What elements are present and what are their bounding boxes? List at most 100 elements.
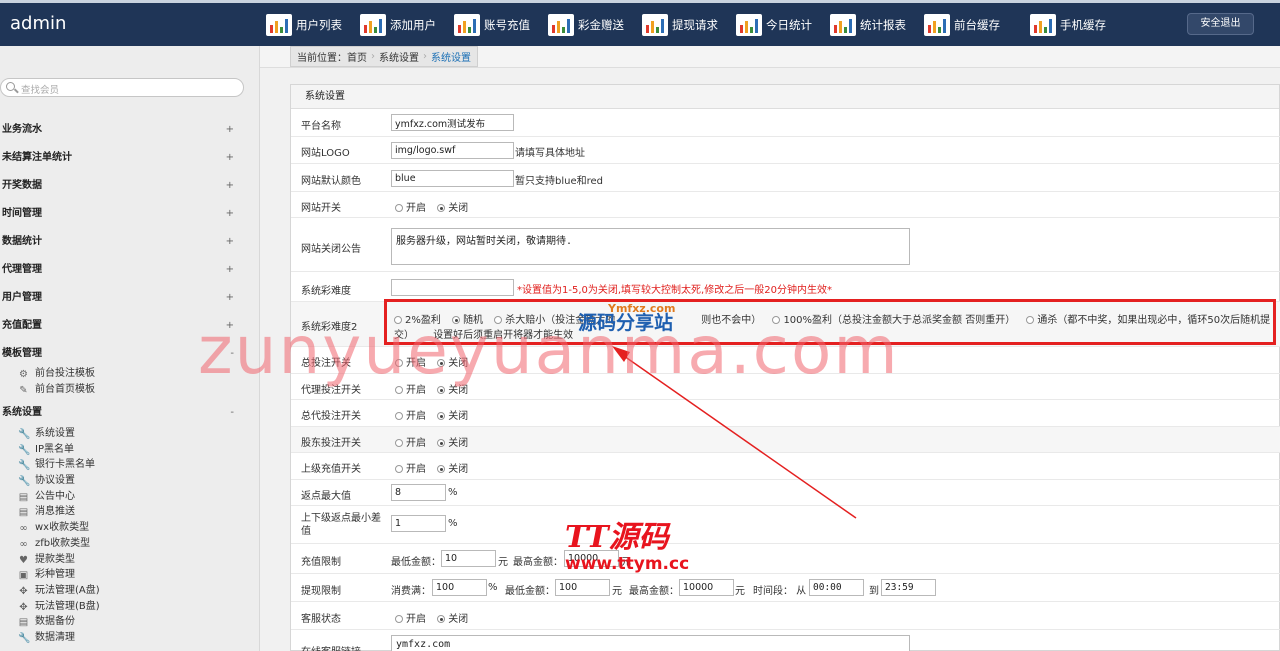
sidebar-item-zfb-payment-type[interactable]: ∞ zfb收款类型 <box>18 536 90 552</box>
nav-recharge[interactable]: 账号充值 <box>454 9 530 41</box>
sidebar-group-business-flow[interactable]: 业务流水 + <box>0 116 244 144</box>
sidebar-item-message-push[interactable]: ▤ 消息推送 <box>18 504 75 520</box>
row-agent-bet: 代理投注开关 开启 关闭 <box>291 374 1280 400</box>
difficulty-input[interactable] <box>391 279 514 296</box>
withdraw-max-input[interactable] <box>679 579 734 596</box>
watermark-tt: TT源码 <box>565 520 669 555</box>
sidebar-item-ip-blacklist[interactable]: 🔧 IP黑名单 <box>18 442 74 458</box>
radio-on[interactable]: 开启 <box>395 203 426 214</box>
sidebar-group-template-mgmt[interactable]: 模板管理 - <box>0 340 244 368</box>
unit-yuan: 元 <box>612 586 622 597</box>
recharge-min-input[interactable] <box>441 550 496 567</box>
radio-off[interactable]: 关闭 <box>437 614 468 625</box>
sidebar-item-front-bet-template[interactable]: ⚙ 前台投注模板 <box>18 366 95 382</box>
field-label: 系统彩难度 <box>301 286 351 297</box>
agent-bet-radios: 开启 关闭 <box>395 381 476 396</box>
nav-mobile-cache[interactable]: 手机缓存 <box>1030 9 1106 41</box>
radio-label: 关闭 <box>448 203 469 214</box>
radio-on[interactable]: 开启 <box>395 438 426 449</box>
sidebar-group-system-settings[interactable]: 系统设置 - <box>0 399 244 427</box>
sidebar-item-front-home-template[interactable]: ✎ 前台首页模板 <box>18 382 95 398</box>
sidebar-item-wx-payment-type[interactable]: ∞ wx收款类型 <box>18 520 89 536</box>
radio-off[interactable]: 关闭 <box>437 385 468 396</box>
radio-off[interactable]: 关闭 <box>437 203 468 214</box>
radio-label: 关闭 <box>448 614 469 625</box>
nav-today-stats[interactable]: 今日统计 <box>736 9 812 41</box>
row-rebate-max: 返点最大值 % <box>291 480 1280 506</box>
withdraw-consume-input[interactable] <box>432 579 487 596</box>
nav-label: 彩金赠送 <box>578 18 624 32</box>
max-amount-label: 最高金额： <box>513 557 563 568</box>
withdraw-time-to-input[interactable] <box>881 579 936 596</box>
close-notice-textarea[interactable]: 服务器升级，网站暂时关闭，敬请期待. <box>391 228 910 265</box>
radio-off[interactable]: 关闭 <box>437 358 468 369</box>
sidebar-item-protocol-settings[interactable]: 🔧 协议设置 <box>18 473 75 489</box>
radio-label: 开启 <box>406 464 426 475</box>
nav-user-list[interactable]: 用户列表 <box>266 9 342 41</box>
radio-icon <box>437 412 446 420</box>
sidebar-item-lottery-mgmt[interactable]: ▣ 彩种管理 <box>18 567 75 583</box>
difficulty-hint: *设置值为1-5,0为关闭,填写较大控制太死,修改之后一般20分钟内生效* <box>517 285 832 296</box>
wrench-icon: 🔧 <box>18 632 31 644</box>
radio-label: 开启 <box>406 411 426 422</box>
rebate-max-input[interactable] <box>391 484 446 501</box>
expand-icon: + <box>225 236 234 247</box>
gear-icon: ⚙ <box>19 368 28 380</box>
breadcrumb-home[interactable]: 当前位置：首页 <box>297 49 367 64</box>
sidebar-group-recharge-config[interactable]: 充值配置 + <box>0 312 244 340</box>
radio-icon <box>437 204 446 212</box>
item-label: 协议设置 <box>35 475 75 486</box>
nav-reports[interactable]: 统计报表 <box>830 9 906 41</box>
radio-on[interactable]: 开启 <box>395 385 426 396</box>
group-label: 模板管理 <box>2 348 42 359</box>
sidebar-item-system-settings[interactable]: 🔧 系统设置 <box>18 426 75 442</box>
member-search-input[interactable]: 查找会员 <box>0 78 244 97</box>
radio-on[interactable]: 开启 <box>395 614 426 625</box>
group-label: 业务流水 <box>2 124 42 135</box>
chart-icon <box>642 14 668 36</box>
item-label: IP黑名单 <box>35 444 74 455</box>
service-link-textarea[interactable]: ymfxz.com <box>391 635 910 651</box>
logo-input[interactable] <box>391 142 514 159</box>
field-label: 充值限制 <box>301 557 341 568</box>
breadcrumb-system-settings[interactable]: 系统设置 <box>379 49 419 64</box>
sidebar-group-draw-data[interactable]: 开奖数据 + <box>0 172 244 200</box>
radio-on[interactable]: 开启 <box>395 464 426 475</box>
sidebar-item-play-mgmt-b[interactable]: ✥ 玩法管理(B盘) <box>18 599 99 615</box>
sidebar-item-play-mgmt-a[interactable]: ✥ 玩法管理(A盘) <box>18 583 99 599</box>
row-platform-name: 平台名称 <box>291 110 1280 137</box>
withdraw-min-input[interactable] <box>555 579 610 596</box>
radio-on[interactable]: 开启 <box>395 358 426 369</box>
color-input[interactable] <box>391 170 514 187</box>
sidebar-item-announcement-center[interactable]: ▤ 公告中心 <box>18 489 75 505</box>
withdraw-time-from-input[interactable] <box>809 579 864 596</box>
min-amount-label: 最低金额： <box>391 557 441 568</box>
sidebar-item-withdraw-type[interactable]: ♥ 提款类型 <box>18 552 75 568</box>
item-label: 提款类型 <box>35 554 75 565</box>
nav-bonus-gift[interactable]: 彩金赠送 <box>548 9 624 41</box>
sidebar-item-data-cleanup[interactable]: 🔧 数据清理 <box>18 630 75 646</box>
sidebar-group-agent-mgmt[interactable]: 代理管理 + <box>0 256 244 284</box>
nav-front-cache[interactable]: 前台缓存 <box>924 9 1000 41</box>
radio-off[interactable]: 关闭 <box>437 438 468 449</box>
field-label: 返点最大值 <box>301 491 351 502</box>
sidebar-item-data-backup[interactable]: ▤ 数据备份 <box>18 614 75 630</box>
radio-off[interactable]: 关闭 <box>437 411 468 422</box>
doc-icon: ▤ <box>18 506 29 518</box>
rebate-diff-input[interactable] <box>391 515 446 532</box>
row-difficulty: 系统彩难度 *设置值为1-5,0为关闭,填写较大控制太死,修改之后一般20分钟内… <box>291 272 1280 302</box>
platform-name-input[interactable] <box>391 114 514 131</box>
nav-add-user[interactable]: 添加用户 <box>360 9 436 41</box>
sidebar-group-time-mgmt[interactable]: 时间管理 + <box>0 200 244 228</box>
gamepad-icon: ✥ <box>19 585 28 597</box>
nav-withdraw-request[interactable]: 提现请求 <box>642 9 718 41</box>
collapse-icon: - <box>230 407 234 418</box>
radio-off[interactable]: 关闭 <box>437 464 468 475</box>
sidebar-group-unsettled[interactable]: 未结算注单统计 + <box>0 144 244 172</box>
sidebar-item-bankcard-blacklist[interactable]: 🔧 银行卡黑名单 <box>18 457 95 473</box>
logout-button[interactable]: 安全退出 <box>1187 13 1254 35</box>
radio-on[interactable]: 开启 <box>395 411 426 422</box>
row-site-switch: 网站开关 开启 关闭 <box>291 192 1280 218</box>
sidebar-group-user-mgmt[interactable]: 用户管理 + <box>0 284 244 312</box>
sidebar-group-data-stats[interactable]: 数据统计 + <box>0 228 244 256</box>
